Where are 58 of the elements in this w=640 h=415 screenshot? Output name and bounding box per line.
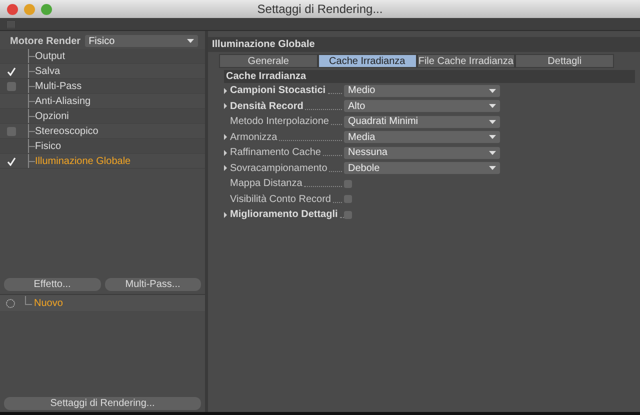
expand-arrow-icon[interactable] (224, 150, 227, 156)
settings-item[interactable]: Output (35, 50, 66, 62)
checkbox[interactable] (7, 82, 16, 90)
dropdown[interactable]: Quadrati Minimi (344, 116, 500, 128)
dropdown[interactable]: Alto (344, 100, 500, 112)
dropdown[interactable]: Nessuna (344, 146, 500, 159)
window-title: Settaggi di Rendering... (257, 2, 383, 16)
settings-item[interactable]: Anti-Aliasing (35, 96, 91, 106)
renderer-dropdown[interactable]: Fisico (84, 35, 198, 47)
property-label: Armonizza (230, 132, 278, 143)
caret-icon (489, 150, 496, 155)
property-label: Sovracampionamento (230, 162, 328, 174)
property-label: Campioni Stocastici (230, 85, 326, 96)
dropdown[interactable]: Debole (344, 162, 500, 174)
checkbox[interactable] (344, 195, 352, 204)
caret-icon (489, 120, 496, 124)
checkbox[interactable] (7, 126, 16, 136)
effect-button[interactable]: Effetto... (4, 278, 100, 291)
expand-arrow-icon[interactable] (224, 88, 227, 94)
expand-arrow-icon[interactable] (224, 134, 227, 140)
checkbox[interactable] (344, 210, 352, 219)
property-label: Miglioramento Dettagli (230, 209, 338, 220)
settings-item[interactable]: Salva (35, 66, 60, 76)
expand-arrow-icon[interactable] (224, 212, 227, 218)
tab[interactable]: Cache Irradianza (318, 54, 416, 68)
effect-button[interactable]: Multi-Pass... (104, 278, 201, 291)
caret-icon (489, 88, 496, 93)
dropdown[interactable]: Medio (344, 84, 500, 97)
target-icon[interactable] (6, 298, 15, 308)
section-header: Cache Irradianza (224, 70, 635, 83)
dropdown[interactable]: Media (344, 131, 500, 144)
render-settings-button[interactable]: Settaggi di Rendering... (4, 397, 201, 410)
settings-item[interactable]: Multi-Pass (35, 80, 82, 92)
tab[interactable]: Generale (219, 54, 318, 68)
expand-arrow-icon[interactable] (224, 103, 227, 110)
panel-title: Illuminazione Globale (208, 37, 640, 52)
renderer-label: Motore Render (10, 36, 81, 46)
checkbox[interactable] (7, 66, 16, 76)
caret-icon (489, 104, 496, 108)
caret-icon (186, 39, 194, 43)
property-label: Raffinamento Cache (230, 147, 321, 158)
property-label: Visibilità Conto Record (230, 194, 331, 205)
settings-item[interactable]: Fisico (35, 140, 62, 152)
close-button[interactable] (7, 4, 18, 14)
property-label: Densità Record (230, 100, 304, 112)
tab[interactable]: Dettagli (515, 54, 614, 68)
checkbox[interactable] (344, 180, 352, 188)
settings-item[interactable]: Illuminazione Globale (35, 156, 131, 166)
caret-icon (489, 135, 496, 140)
settings-item[interactable]: Opzioni (35, 110, 69, 122)
property-label: Mappa Distanza (230, 178, 302, 190)
effect-item[interactable]: Nuovo (34, 298, 63, 308)
checkbox[interactable] (7, 156, 16, 166)
tab[interactable]: File Cache Irradianza (416, 54, 516, 68)
caret-icon (489, 166, 496, 170)
settings-item[interactable]: Stereoscopico (35, 126, 98, 136)
property-label: Metodo Interpolazione (230, 116, 329, 128)
expand-arrow-icon[interactable] (224, 165, 227, 172)
